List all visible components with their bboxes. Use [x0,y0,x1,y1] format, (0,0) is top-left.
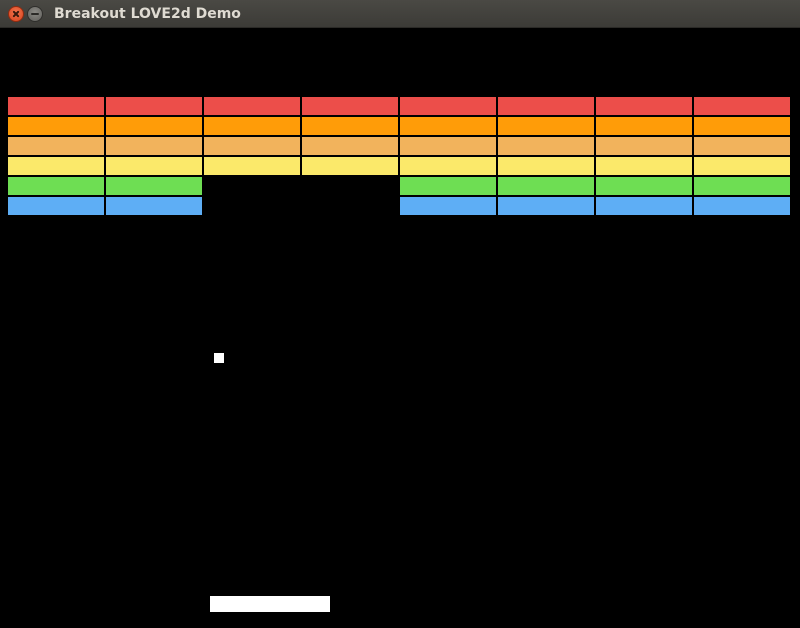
brick [105,176,203,196]
ball [214,353,224,363]
paddle[interactable] [210,596,330,612]
title-bar[interactable]: Breakout LOVE2d Demo [0,0,800,28]
brick [595,96,693,116]
brick [497,96,595,116]
game-canvas[interactable] [0,28,800,628]
brick [399,196,497,216]
brick [105,156,203,176]
brick [497,156,595,176]
minimize-icon[interactable] [27,6,43,22]
brick [203,156,301,176]
brick [595,136,693,156]
brick [7,156,105,176]
brick [7,116,105,136]
brick [497,196,595,216]
brick [399,156,497,176]
close-icon[interactable] [8,6,24,22]
brick [301,96,399,116]
brick [595,156,693,176]
brick [693,176,791,196]
brick [105,96,203,116]
brick [301,136,399,156]
brick [399,176,497,196]
game-window: Breakout LOVE2d Demo [0,0,800,628]
brick [7,96,105,116]
brick [105,136,203,156]
brick [105,116,203,136]
brick [203,96,301,116]
brick [105,196,203,216]
brick [497,176,595,196]
brick [497,116,595,136]
brick [399,136,497,156]
brick [203,116,301,136]
brick [301,156,399,176]
window-title: Breakout LOVE2d Demo [54,6,241,22]
brick [595,196,693,216]
brick [595,176,693,196]
brick [7,136,105,156]
brick [595,116,693,136]
brick [399,96,497,116]
brick [497,136,595,156]
brick [693,116,791,136]
brick [7,196,105,216]
brick [203,136,301,156]
brick [7,176,105,196]
brick [693,96,791,116]
brick [693,136,791,156]
brick [693,196,791,216]
brick [399,116,497,136]
brick [301,116,399,136]
brick [693,156,791,176]
